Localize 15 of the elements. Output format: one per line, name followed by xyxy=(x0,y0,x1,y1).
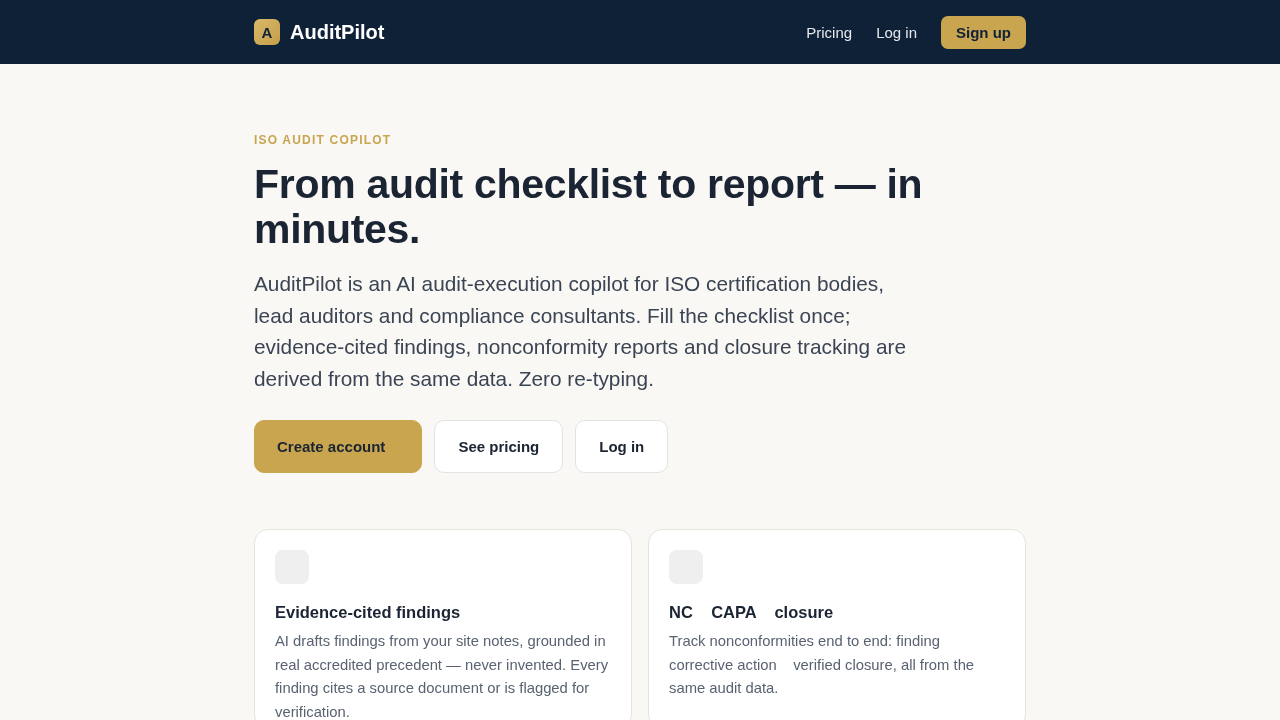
feature-description: AI drafts findings from your site notes, grounded in real accredited precedent — never invented. Every finding cites a source document or is flagged for verification. xyxy=(275,632,610,720)
nav-link[interactable]: Log in xyxy=(876,23,917,41)
logo-icon: A xyxy=(254,19,280,45)
nav-link[interactable]: Pricing xyxy=(806,23,853,41)
secondary-button[interactable]: See pricing xyxy=(434,420,564,473)
sign-up-button[interactable]: Sign up xyxy=(941,15,1026,49)
brand-name: AuditPilot xyxy=(290,20,385,44)
secondary-button[interactable]: Log in xyxy=(575,420,669,473)
eyebrow-label: ISO AUDIT COPILOT xyxy=(254,132,392,148)
hero-description: AuditPilot is an AI audit-execution copilot for ISO certification bodies, lead auditors and compliance consultants. Fill the checklist once; evidence-cited findings, nonconformity reports and closure tracking are derived from the same data. Zero re-typing. xyxy=(254,271,907,392)
feature-title: Evidence-cited findings xyxy=(275,602,462,623)
feature-title: NC CAPA closure xyxy=(669,602,835,623)
primary-button[interactable]: Create account xyxy=(254,420,423,473)
hero-heading: From audit checklist to report — in minutes. xyxy=(254,162,924,252)
feature-description: Track nonconformities end to end: finding corrective action verified closure, all from the same audit data. xyxy=(669,632,976,698)
